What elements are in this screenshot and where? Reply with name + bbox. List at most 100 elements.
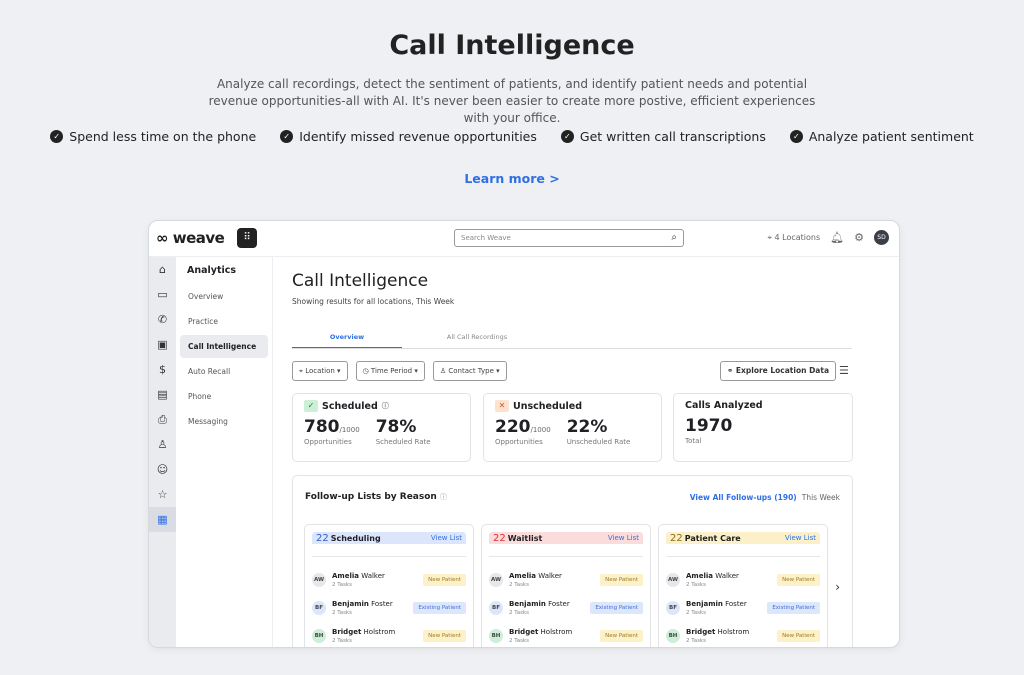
list-item[interactable]: BF Benjamin Foster 2 Tasks Existing Patie… [312,594,466,622]
contacts-icon: ♙ [439,367,447,375]
patient-type-badge: New Patient [777,630,820,642]
task-count: 2 Tasks [686,610,706,616]
list-item[interactable]: BH Bridget Holstrom 2 Tasks New Patient [312,622,466,647]
view-list-link[interactable]: View List [785,534,816,542]
view-list-link[interactable]: View List [431,534,462,542]
phone-icon[interactable]: ✆ [149,307,176,332]
star-icon[interactable]: ☆ [149,482,176,507]
patient-name: Benjamin Foster 2 Tasks [686,600,767,616]
tab-all-call-recordings[interactable]: All Call Recordings [422,333,532,348]
patient-type-badge: New Patient [423,574,466,586]
feature-item: ✓ Analyze patient sentiment [789,129,974,144]
location-filter[interactable]: ⌖ Location ▾ [292,361,348,381]
patient-name: Benjamin Foster 2 Tasks [509,600,590,616]
locations-selector[interactable]: ⌖ 4 Locations [767,233,820,243]
analytics-nav: Analytics Overview Practice Call Intelli… [176,257,273,647]
task-count: 2 Tasks [509,582,529,588]
patient-name: Bridget Holstrom 2 Tasks [332,628,423,644]
avatar: AW [666,573,680,587]
info-icon[interactable]: ⓘ [382,401,389,411]
weave-logo[interactable]: ∞ weave [156,229,225,247]
calendar-icon[interactable]: ▣ [149,332,176,357]
list-item[interactable]: AW Amelia Walker 2 Tasks New Patient [489,566,643,594]
section-title: Follow-up Lists by Reason ⓘ [305,492,447,502]
contact-type-filter[interactable]: ♙ Contact Type ▾ [432,361,507,381]
feature-item: ✓ Get written call transcriptions [560,129,766,144]
inbox-icon[interactable]: ▭ [149,282,176,307]
list-name: Waitlist [507,533,543,543]
search-icon: ⌕ [671,232,677,243]
search-input[interactable]: Search Weave ⌕ [454,229,684,247]
info-icon[interactable]: ⓘ [440,493,447,501]
tab-overview[interactable]: Overview [292,333,402,348]
list-item[interactable]: BH Bridget Holstrom 2 Tasks New Patient [666,622,820,647]
avatar[interactable]: SD [874,230,889,245]
feature-label: Get written call transcriptions [579,129,766,144]
location-pin-icon: ⌖ [299,367,303,375]
patient-name: Amelia Walker 2 Tasks [509,572,600,588]
chevron-right-icon[interactable]: › [835,580,840,594]
gear-icon[interactable]: ⚙ [854,231,864,244]
list-name: Scheduling [330,533,381,543]
hero-subtitle: Analyze call recordings, detect the sent… [208,77,816,125]
filter-icon[interactable]: ☰ [839,364,849,377]
fax-icon[interactable]: ⎙ [149,407,176,432]
nav-item-overview[interactable]: Overview [180,285,268,308]
feature-label: Spend less time on the phone [69,129,257,144]
avatar: AW [489,573,503,587]
patient-type-badge: New Patient [777,574,820,586]
feature-list: ✓ Spend less time on the phone ✓ Identify … [0,129,1024,144]
list-item[interactable]: BH Bridget Holstrom 2 Tasks New Patient [489,622,643,647]
forms-icon[interactable]: ▤ [149,382,176,407]
payments-icon[interactable]: $ [149,357,176,382]
x-icon: ✕ [495,400,509,412]
nav-item-phone[interactable]: Phone [180,385,268,408]
feature-label: Identify missed revenue opportunities [299,129,537,144]
nav-item-call-intelligence[interactable]: Call Intelligence [180,335,268,358]
list-item[interactable]: BF Benjamin Foster 2 Tasks Existing Patie… [489,594,643,622]
feature-item: ✓ Identify missed revenue opportunities [280,129,537,144]
stat-label: Total [685,437,702,445]
feature-label: Analyze patient sentiment [808,129,974,144]
list-item[interactable]: BF Benjamin Foster 2 Tasks Existing Patie… [666,594,820,622]
chevron-down-icon: ▾ [496,367,500,375]
nav-item-practice[interactable]: Practice [180,310,268,333]
check-icon: ✓ [560,130,574,143]
stat-label: Scheduled Rate [375,438,431,446]
list-item[interactable]: AW Amelia Walker 2 Tasks New Patient [666,566,820,594]
list-header: 22 Patient Care View List [666,532,820,552]
avatar: AW [312,573,326,587]
task-count: 2 Tasks [332,582,352,588]
explore-location-data-button[interactable]: ⚭ Explore Location Data [720,361,837,381]
patient-type-badge: New Patient [600,630,643,642]
follow-up-list: 22 Patient Care View List AW Amelia Walke… [658,524,828,647]
nav-item-messaging[interactable]: Messaging [180,410,268,433]
avatar: BF [489,601,503,615]
avatar: BH [666,629,680,643]
reviews-icon[interactable]: ☺ [149,457,176,482]
page-title: Call Intelligence [292,271,429,291]
check-icon: ✓ [789,130,803,143]
view-list-link[interactable]: View List [608,534,639,542]
patient-name: Benjamin Foster 2 Tasks [332,600,413,616]
avatar: BF [666,601,680,615]
scheduled-rate: 78% [375,417,417,437]
view-all-follow-ups-link[interactable]: View All Follow-ups (190) [690,493,797,502]
check-icon: ✓ [280,130,294,143]
divider [666,556,820,557]
analytics-icon[interactable]: ▦ [149,507,176,532]
learn-more-link[interactable]: Learn more > [0,171,1024,186]
check-icon: ✓ [304,400,318,412]
check-icon: ✓ [50,130,64,143]
time-period-filter[interactable]: ◷ Time Period ▾ [355,361,425,381]
home-icon[interactable]: ⌂ [149,257,176,282]
patient-name: Bridget Holstrom 2 Tasks [686,628,777,644]
chevron-down-icon: ▾ [414,367,418,375]
dialpad-button[interactable]: ⠿ [237,228,257,248]
clock-icon: ◷ [362,367,369,375]
list-item[interactable]: AW Amelia Walker 2 Tasks New Patient [312,566,466,594]
bell-icon[interactable]: 🔔︎ [830,231,844,244]
contacts-icon[interactable]: ♙ [149,432,176,457]
scheduled-card: ✓ Scheduled ⓘ 780/1000 Opportunities 78% Sch… [292,393,471,462]
nav-item-auto-recall[interactable]: Auto Recall [180,360,268,383]
